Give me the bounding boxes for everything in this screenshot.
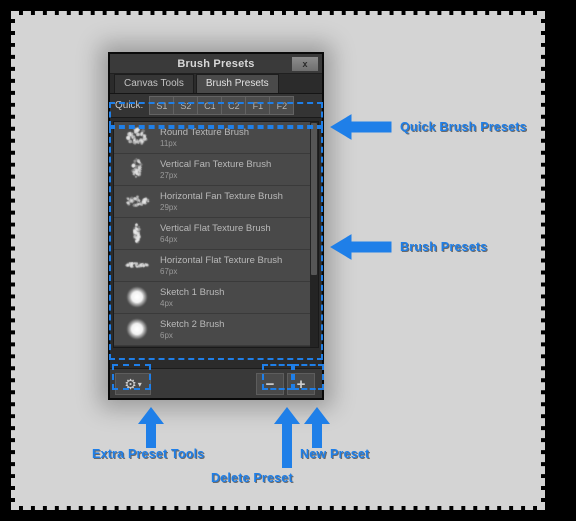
preset-list-scrollbar[interactable] [310, 122, 318, 347]
brush-thumbnail-icon [114, 123, 160, 152]
preset-row-text: Horizontal Fan Texture Brush 29px [160, 191, 283, 213]
scrollbar-thumb[interactable] [311, 123, 317, 275]
quick-label: Quick: [115, 100, 144, 111]
tab-canvas-tools[interactable]: Canvas Tools [114, 74, 194, 93]
preset-name: Horizontal Flat Texture Brush [160, 254, 283, 266]
new-preset-button[interactable]: + [287, 373, 315, 395]
window-title: Brush Presets [177, 57, 255, 70]
brush-thumbnail-icon [114, 155, 160, 184]
preset-name: Vertical Fan Texture Brush [160, 158, 272, 170]
preset-row[interactable]: Vertical Flat Texture Brush 64px [114, 218, 310, 250]
page-canvas: Brush Presets x Canvas Tools Brush Prese… [11, 11, 545, 510]
preset-name: Vertical Flat Texture Brush [160, 222, 271, 234]
arrow-brush-presets [330, 234, 393, 260]
quick-button-c2[interactable]: C2 [221, 96, 247, 115]
preset-size: 6px [160, 330, 173, 340]
preset-row[interactable]: Round Texture Brush 11px [114, 122, 310, 154]
annotation-brush-presets: Brush Presets [400, 240, 488, 254]
quick-button-f1[interactable]: F1 [245, 96, 271, 115]
preset-size: 11px [160, 138, 177, 148]
gear-icon: ⚙ [124, 376, 137, 392]
delete-preset-button[interactable]: − [256, 373, 284, 395]
preset-size: 27px [160, 170, 178, 180]
preset-row[interactable]: Horizontal Fan Texture Brush 29px [114, 186, 310, 218]
preset-row-text: Sketch 1 Brush 4px [160, 287, 224, 309]
brush-thumbnail-icon [114, 251, 160, 280]
preset-row[interactable]: Sketch 2 Brush 6px [114, 314, 310, 346]
annotation-new-preset: New Preset [300, 447, 370, 461]
preset-row[interactable]: Vertical Fan Texture Brush 27px [114, 154, 310, 186]
preset-row-text: Sketch 2 Brush 6px [160, 319, 224, 341]
preset-row[interactable]: Sketch 1 Brush 4px [114, 282, 310, 314]
quick-button-c1[interactable]: C1 [197, 96, 223, 115]
extra-preset-tools-button[interactable]: ⚙ ▾ [115, 373, 151, 395]
screenshot-root: Brush Presets x Canvas Tools Brush Prese… [0, 0, 576, 521]
preset-size: 29px [160, 202, 178, 212]
quick-button-f2[interactable]: F2 [269, 96, 295, 115]
arrow-quick-brush-presets [330, 114, 393, 140]
preset-list-container: Round Texture Brush 11px Vertical Fan Text… [113, 121, 319, 348]
quick-button-s2[interactable]: S2 [173, 96, 199, 115]
brush-thumbnail-icon [114, 315, 160, 344]
preset-row-text: Vertical Fan Texture Brush 27px [160, 159, 271, 181]
preset-list[interactable]: Round Texture Brush 11px Vertical Fan Text… [114, 122, 310, 347]
arrow-new-preset [303, 407, 331, 449]
quick-presets-row: Quick: S1 S2 C1 C2 F1 F2 [110, 94, 322, 118]
annotation-extra-preset-tools: Extra Preset Tools [92, 447, 205, 461]
arrow-extra-preset-tools [137, 407, 165, 449]
preset-size: 67px [160, 266, 178, 276]
preset-row[interactable]: Horizontal Flat Texture Brush 67px [114, 250, 310, 282]
brush-thumbnail-icon [114, 187, 160, 216]
annotation-quick-brush-presets: Quick Brush Presets [400, 120, 527, 134]
brush-thumbnail-icon [114, 219, 160, 248]
preset-size: 64px [160, 234, 178, 244]
preset-name: Sketch 2 Brush [160, 318, 225, 330]
preset-size: 4px [160, 298, 173, 308]
preset-row-text: Round Texture Brush 11px [160, 127, 249, 149]
preset-name: Sketch 1 Brush [160, 286, 225, 298]
window-titlebar: Brush Presets x [110, 54, 322, 74]
tab-brush-presets[interactable]: Brush Presets [195, 74, 279, 93]
brush-presets-window: Brush Presets x Canvas Tools Brush Prese… [108, 52, 324, 400]
arrow-delete-preset [273, 407, 301, 469]
preset-name: Horizontal Fan Texture Brush [160, 190, 283, 202]
preset-name: Round Texture Brush [160, 126, 250, 138]
quick-button-s1[interactable]: S1 [149, 96, 175, 115]
chevron-down-icon: ▾ [137, 379, 142, 389]
tab-bar: Canvas Tools Brush Presets [110, 74, 322, 94]
brush-thumbnail-icon [114, 283, 160, 312]
close-button[interactable]: x [291, 56, 319, 72]
preset-row-text: Vertical Flat Texture Brush 64px [160, 223, 271, 245]
preset-toolbar: ⚙ ▾ − + [110, 368, 322, 398]
annotation-delete-preset: Delete Preset [211, 471, 293, 485]
preset-row-text: Horizontal Flat Texture Brush 67px [160, 255, 282, 277]
